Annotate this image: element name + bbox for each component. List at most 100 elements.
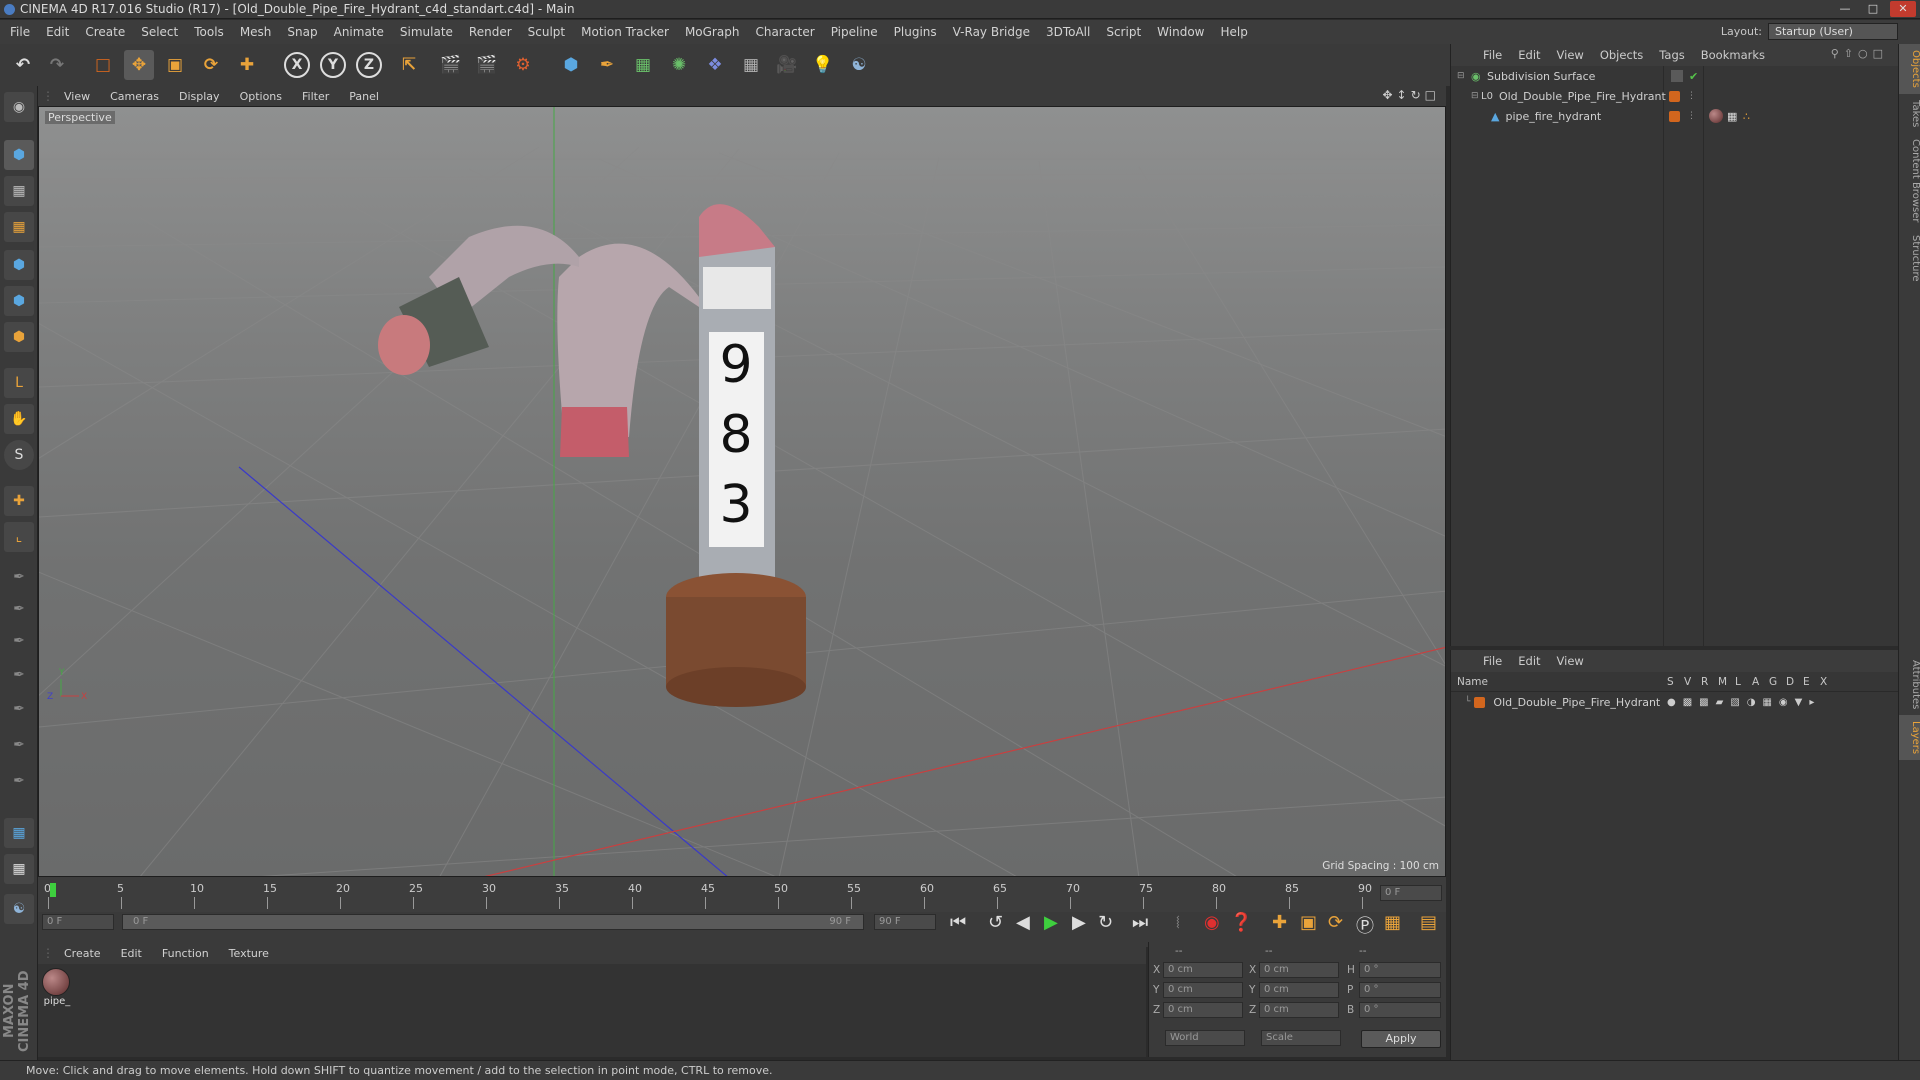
layer-color-icon[interactable]: [1669, 90, 1680, 102]
material-menu-texture[interactable]: Texture: [219, 947, 279, 960]
menu-file[interactable]: File: [2, 25, 38, 39]
autokey-button[interactable]: ◉: [1204, 912, 1220, 933]
viewport-menu-display[interactable]: Display: [169, 90, 230, 103]
keyframe-selection-button[interactable]: ❓: [1230, 912, 1252, 933]
column-r[interactable]: R: [1701, 676, 1708, 688]
coord-rot-field[interactable]: 0 °: [1359, 982, 1441, 998]
make-editable-button[interactable]: ◉: [4, 92, 34, 122]
frame-range-slider[interactable]: 0 F 90 F: [122, 914, 864, 930]
viewport-menu-panel[interactable]: Panel: [339, 90, 389, 103]
layer-flags-icons[interactable]: ●▩▩▰▧◑▦◉▼▸: [1667, 697, 1821, 708]
undo-button[interactable]: ↶: [8, 50, 38, 80]
coord-size-field[interactable]: 0 cm: [1259, 1002, 1339, 1018]
column-s[interactable]: S: [1667, 676, 1674, 688]
goto-start-button[interactable]: ⏮: [950, 912, 966, 933]
side-tab-layers[interactable]: Layers: [1899, 715, 1920, 761]
texture-tag-icon[interactable]: ∴: [1743, 110, 1750, 123]
menu-pipeline[interactable]: Pipeline: [823, 25, 886, 39]
y-axis-lock-button[interactable]: Y: [320, 52, 346, 78]
material-menu-edit[interactable]: Edit: [111, 947, 152, 960]
visibility-dots-icon[interactable]: ⋮: [1687, 111, 1696, 121]
scale-mode-dropdown[interactable]: Scale: [1261, 1030, 1341, 1046]
texture-mode-button[interactable]: ▦: [4, 176, 34, 206]
object-manager-search-icon[interactable]: ⚲⇧○□: [1831, 47, 1888, 60]
menu-create[interactable]: Create: [77, 25, 133, 39]
layout-dropdown[interactable]: Startup (User): [1768, 23, 1898, 40]
timeline-ruler[interactable]: 0 5 10 15 20 25 30 35 40 45 50 55 60 65 70 75 80 85 90 0 F: [38, 877, 1446, 912]
live-selection-button[interactable]: ✚: [232, 50, 262, 80]
edges-mode-button[interactable]: ⬢: [4, 286, 34, 316]
layer-row[interactable]: └ Old_Double_Pipe_Fire_Hydrant ●▩▩▰▧◑▦◉▼…: [1451, 692, 1899, 712]
viewport-nav-icons[interactable]: ✥↕↻□: [1382, 88, 1440, 102]
current-frame-field[interactable]: 0 F: [1380, 885, 1442, 901]
record-scale-button[interactable]: ▣: [1300, 912, 1317, 933]
record-rotation-button[interactable]: ⟳: [1328, 912, 1343, 933]
maximize-button[interactable]: □: [1860, 1, 1886, 17]
visibility-dots-icon[interactable]: ⋮: [1687, 91, 1696, 101]
viewport-menu-options[interactable]: Options: [230, 90, 292, 103]
render-settings-button[interactable]: ⚙: [508, 50, 538, 80]
layer-menu-view[interactable]: View: [1549, 654, 1592, 668]
cube-object-button[interactable]: ⬢: [556, 50, 586, 80]
menu-render[interactable]: Render: [461, 25, 520, 39]
visibility-dots-icon[interactable]: [1671, 70, 1683, 82]
object-name[interactable]: pipe_fire_hydrant: [1499, 110, 1601, 123]
goto-end-button[interactable]: ⏭: [1132, 912, 1148, 933]
coordinate-mode-dropdown[interactable]: World: [1165, 1030, 1245, 1046]
python-button[interactable]: ☯: [4, 894, 34, 924]
scale-tool-button[interactable]: ▣: [160, 50, 190, 80]
checker-grid-lock-button[interactable]: ▦: [4, 854, 34, 884]
column-g[interactable]: G: [1769, 676, 1777, 688]
side-tab-structure[interactable]: Structure: [1899, 229, 1920, 288]
menu-select[interactable]: Select: [133, 25, 186, 39]
coord-pos-field[interactable]: 0 cm: [1163, 1002, 1243, 1018]
workplane-mode-button[interactable]: ▦: [4, 212, 34, 242]
apply-button[interactable]: Apply: [1361, 1030, 1441, 1048]
layer-color-icon[interactable]: [1474, 696, 1486, 708]
column-m[interactable]: M: [1718, 676, 1727, 688]
deformer-button[interactable]: ❖: [700, 50, 730, 80]
coord-pos-field[interactable]: 0 cm: [1163, 982, 1243, 998]
z-axis-lock-button[interactable]: Z: [356, 52, 382, 78]
timeline-playhead[interactable]: [50, 883, 56, 897]
light-object-button[interactable]: 💡: [808, 50, 838, 80]
menu-edit[interactable]: Edit: [38, 25, 77, 39]
menu-tools[interactable]: Tools: [186, 25, 232, 39]
python-script-button[interactable]: ☯: [844, 50, 874, 80]
workplane-axis-button[interactable]: ⌞: [4, 522, 34, 552]
record-position-button[interactable]: ✚: [1272, 912, 1287, 933]
floor-object-button[interactable]: ▦: [736, 50, 766, 80]
menu-window[interactable]: Window: [1149, 25, 1212, 39]
axis-mode-button[interactable]: L: [4, 368, 34, 398]
object-menu-bookmarks[interactable]: Bookmarks: [1693, 48, 1773, 62]
collapse-icon[interactable]: ⊟: [1451, 91, 1479, 101]
side-tab-takes[interactable]: Takes: [1899, 94, 1920, 133]
column-v[interactable]: V: [1684, 676, 1691, 688]
polygons-mode-button[interactable]: ⬢: [4, 322, 34, 352]
menu-3dtoall[interactable]: 3DToAll: [1038, 25, 1098, 39]
menu-simulate[interactable]: Simulate: [392, 25, 461, 39]
collapse-icon[interactable]: ⊟: [1451, 71, 1465, 81]
model-mode-button[interactable]: ⬢: [4, 140, 34, 170]
menu-mesh[interactable]: Mesh: [232, 25, 280, 39]
render-picture-viewer-button[interactable]: 🎬: [472, 50, 502, 80]
side-tab-objects[interactable]: Objects: [1899, 44, 1920, 94]
menu-snap[interactable]: Snap: [279, 25, 325, 39]
material-tag-icon[interactable]: [1709, 109, 1723, 123]
goto-prev-key-button[interactable]: ↺: [988, 912, 1003, 933]
menu-sculpt[interactable]: Sculpt: [520, 25, 573, 39]
coordinate-system-button[interactable]: ⇱: [394, 50, 424, 80]
selection-tool-button[interactable]: □: [88, 50, 118, 80]
viewport-menu-cameras[interactable]: Cameras: [100, 90, 169, 103]
array-object-button[interactable]: ✺: [664, 50, 694, 80]
coord-size-field[interactable]: 0 cm: [1259, 982, 1339, 998]
object-name[interactable]: Subdivision Surface: [1481, 70, 1595, 83]
tweak-mode-button[interactable]: ✋: [4, 404, 34, 434]
column-x[interactable]: X: [1820, 676, 1827, 688]
object-menu-tags[interactable]: Tags: [1651, 48, 1692, 62]
record-param-button[interactable]: Ⓟ: [1356, 912, 1374, 938]
sculpt-brush-button[interactable]: ✒: [4, 562, 34, 592]
sculpt-smooth-button[interactable]: ✒: [4, 626, 34, 656]
menu-character[interactable]: Character: [747, 25, 822, 39]
menu-plugins[interactable]: Plugins: [886, 25, 945, 39]
